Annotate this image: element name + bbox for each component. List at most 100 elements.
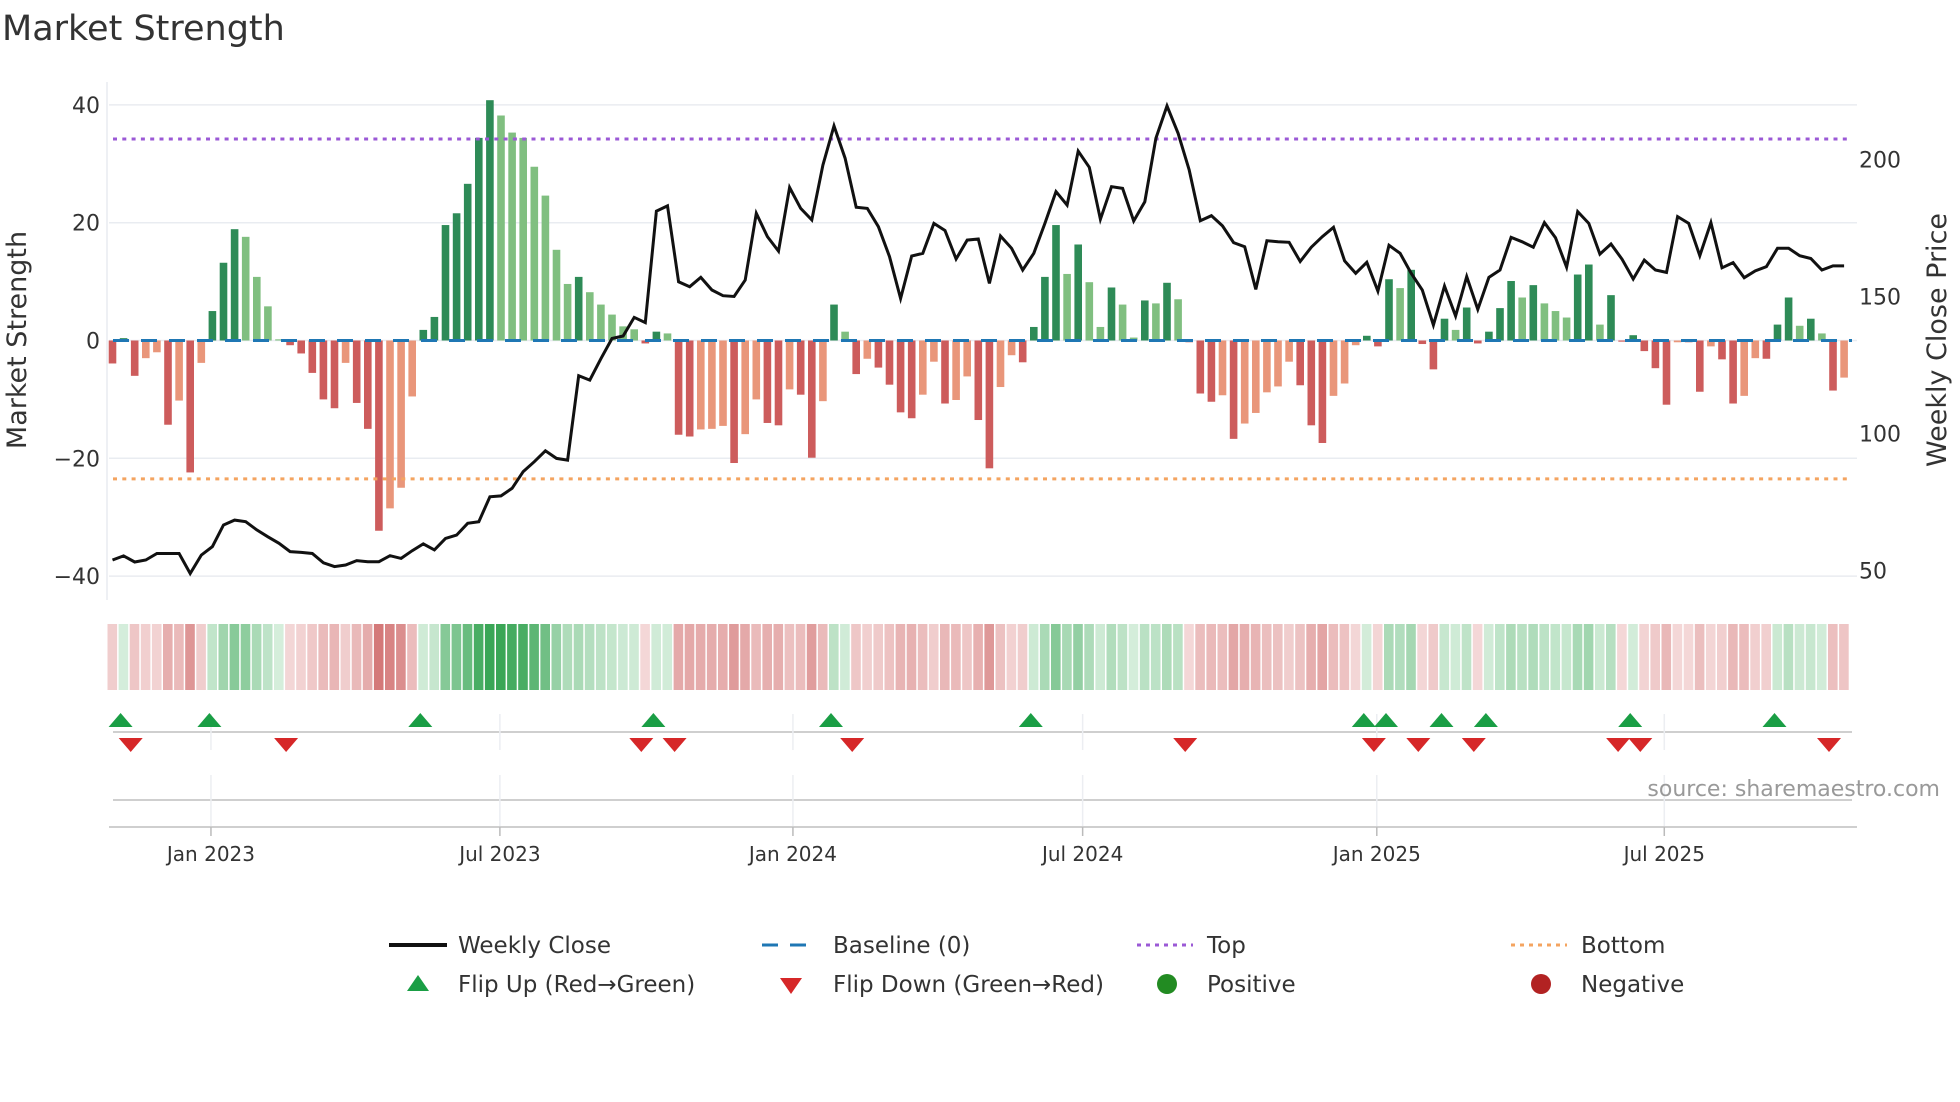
negative-bar	[330, 340, 339, 409]
positive-bar	[586, 292, 594, 341]
heat-cell	[1350, 624, 1361, 690]
negative-bar	[863, 340, 872, 359]
heat-cell	[462, 624, 473, 690]
heat-cell	[1483, 624, 1494, 690]
heat-cell	[1239, 624, 1250, 690]
heat-cell	[1750, 624, 1760, 690]
positive-bar	[1385, 279, 1393, 341]
y-tick-label: −20	[54, 447, 100, 472]
negative-bar	[719, 340, 727, 426]
strength-bars	[108, 100, 1848, 531]
heat-cell	[1583, 624, 1594, 690]
heat-cell	[396, 624, 406, 690]
legend-negative-label: Negative	[1581, 972, 1684, 998]
positive-bar	[1562, 317, 1571, 341]
positive-bar	[1507, 281, 1515, 341]
negative-bar	[308, 340, 317, 373]
negative-bar	[1196, 340, 1205, 394]
heat-cell	[851, 624, 861, 690]
heat-cell	[1284, 624, 1294, 690]
negative-bar	[896, 340, 905, 413]
flip-up-marker	[1762, 713, 1787, 727]
negative-bar	[1307, 340, 1316, 426]
negative-bar	[319, 340, 328, 400]
negative-bar	[974, 340, 983, 421]
positive-bar	[1573, 274, 1582, 341]
heat-cell	[1295, 624, 1305, 690]
heat-cell	[329, 624, 340, 690]
heat-cell	[1783, 624, 1794, 690]
heat-cell	[362, 624, 373, 690]
legend-flip-up-label: Flip Up (Red→Green)	[458, 972, 695, 998]
heat-cell	[1228, 624, 1239, 690]
heat-cell	[1339, 624, 1350, 690]
negative-bar	[1751, 340, 1760, 359]
heat-cell	[262, 624, 273, 690]
negative-bar	[752, 340, 761, 400]
heat-cell	[662, 624, 673, 690]
positive-bar	[1041, 276, 1049, 341]
positive-bar	[1174, 299, 1182, 341]
flip-down-marker	[118, 738, 143, 752]
negative-bar	[874, 340, 883, 368]
heat-cell	[1617, 624, 1627, 690]
positive-bar	[1451, 329, 1460, 341]
positive-bar	[430, 316, 439, 341]
positive-bar	[552, 249, 561, 341]
y2-tick-label: 200	[1859, 149, 1901, 174]
heat-cell	[1106, 624, 1117, 690]
heat-cell	[1084, 624, 1094, 690]
heat-cell	[1384, 624, 1394, 690]
heat-cell	[118, 624, 129, 690]
flip-down-marker	[1461, 738, 1486, 752]
legend-weekly-close-label: Weekly Close	[458, 933, 611, 959]
negative-bar	[352, 340, 361, 403]
negative-bar	[1318, 340, 1327, 443]
legend-top-label: Top	[1206, 933, 1246, 959]
positive-bar	[1462, 307, 1471, 341]
heat-cell	[240, 624, 251, 690]
negative-bar	[1640, 340, 1649, 352]
positive-bar	[1518, 297, 1526, 341]
x-tick-label: Jan 2024	[747, 842, 837, 866]
positive-bar	[230, 229, 239, 341]
negative-bar	[785, 340, 794, 390]
negative-bar	[1840, 340, 1848, 378]
heat-cell	[1639, 624, 1649, 690]
negative-bar	[175, 340, 183, 401]
positive-bar	[1440, 318, 1449, 341]
heat-cell	[1395, 624, 1405, 690]
negative-bar	[1740, 340, 1748, 396]
heat-cell	[229, 624, 240, 690]
heat-cell	[862, 624, 872, 690]
flip-up-triangle-icon	[407, 975, 429, 991]
heat-cell	[318, 624, 328, 690]
heat-cell	[129, 624, 140, 690]
y-tick-label: −40	[54, 565, 100, 590]
heat-cell	[507, 624, 517, 690]
negative-bar	[1207, 340, 1216, 402]
heat-cell	[806, 624, 817, 690]
heat-cell	[595, 624, 606, 690]
legend: Weekly Close Baseline (0) Top Bottom Fli…	[389, 933, 1684, 998]
y-axis-title: Market Strength	[2, 231, 33, 449]
positive-bar	[1074, 244, 1082, 341]
negative-bar	[685, 340, 694, 437]
heat-cell	[529, 624, 539, 690]
heat-cell	[196, 624, 206, 690]
positive-bar	[1052, 225, 1060, 341]
heat-cell	[973, 624, 983, 690]
heat-cell	[817, 624, 828, 690]
flip-down-marker	[1606, 738, 1631, 752]
flip-up-marker	[1429, 713, 1454, 727]
negative-bar	[941, 340, 949, 404]
negative-bar	[1218, 340, 1227, 396]
heat-cell	[1739, 624, 1749, 690]
heat-cell	[928, 624, 939, 690]
heat-cell	[1406, 624, 1416, 690]
positive-bar	[253, 276, 261, 341]
heat-cell	[1139, 624, 1150, 690]
heat-cell	[573, 624, 584, 690]
positive-bar	[1096, 326, 1105, 341]
heat-cell	[1039, 624, 1050, 690]
